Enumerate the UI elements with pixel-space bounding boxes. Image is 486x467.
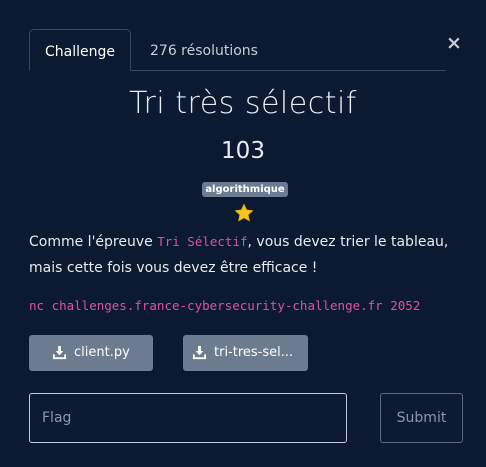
description-text-before: Comme l'épreuve [29, 234, 158, 250]
download-label: client.py [74, 345, 130, 360]
flag-input[interactable] [29, 393, 347, 443]
category-badge: algorithmique [202, 182, 288, 197]
download-label: tri-tres-sel... [214, 345, 294, 360]
download-icon [52, 345, 67, 360]
close-icon[interactable]: × [444, 33, 464, 53]
star-icon [234, 203, 254, 222]
download-archive-button[interactable]: tri-tres-sel... [183, 335, 308, 371]
submit-button[interactable]: Submit [380, 393, 463, 443]
challenge-points: 103 [221, 138, 265, 164]
download-client-button[interactable]: client.py [29, 335, 153, 371]
tab-solves[interactable]: 276 résolutions [150, 29, 258, 70]
challenge-description: Comme l'épreuve Tri Sélectif, vous devez… [29, 229, 469, 281]
tab-challenge[interactable]: Challenge [29, 29, 131, 71]
download-icon [192, 345, 207, 360]
connection-command: nc challenges.france-cybersecurity-chall… [29, 298, 421, 313]
tab-bar: Challenge 276 résolutions [29, 29, 446, 71]
description-code: Tri Sélectif [157, 234, 248, 249]
challenge-title: Tri très sélectif [129, 86, 357, 121]
